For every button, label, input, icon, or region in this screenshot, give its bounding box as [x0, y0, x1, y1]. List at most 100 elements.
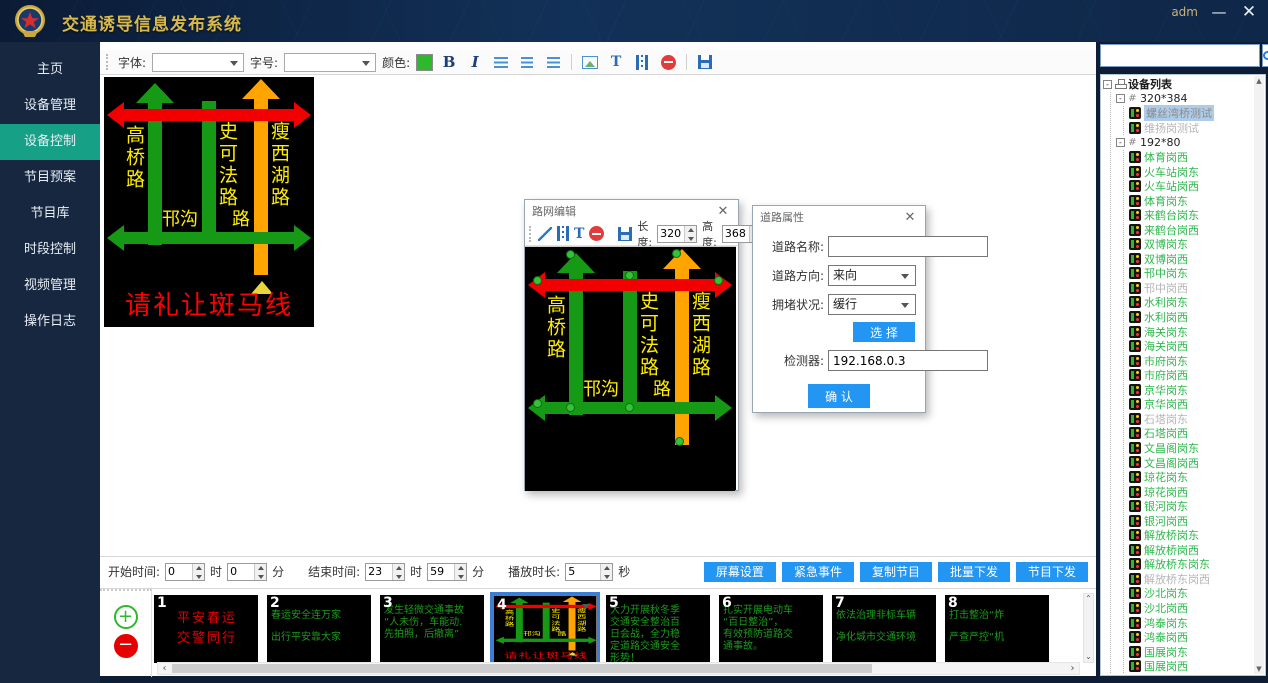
- control-point[interactable]: [625, 403, 634, 412]
- scroll-up-arrow[interactable]: ⌃: [1084, 594, 1093, 604]
- batch-send-button[interactable]: 批量下发: [938, 562, 1010, 582]
- control-point[interactable]: [625, 271, 634, 280]
- font-size-select[interactable]: [284, 53, 376, 72]
- scroll-left-arrow[interactable]: ‹: [158, 663, 171, 674]
- spinner-arrows[interactable]: [392, 564, 404, 580]
- program-thumbnail-6[interactable]: 6扎实开展电动车“百日整治”，有效预防道路交通事故。: [719, 595, 823, 663]
- tree-device-item[interactable]: 螺丝湾桥测试: [1129, 106, 1253, 121]
- save-button[interactable]: [618, 224, 632, 244]
- insert-road-button[interactable]: [632, 52, 652, 72]
- insert-text-button[interactable]: T: [606, 52, 626, 72]
- scroll-down-arrow[interactable]: ⌄: [1084, 652, 1093, 662]
- tree-device-item[interactable]: 市府岗东: [1129, 353, 1253, 368]
- sidebar-item-video-management[interactable]: 视频管理: [0, 268, 100, 304]
- length-input[interactable]: [658, 226, 684, 242]
- spinner-arrows[interactable]: [454, 564, 466, 580]
- sidebar-item-device-management[interactable]: 设备管理: [0, 88, 100, 124]
- scroll-up-arrow[interactable]: ▲: [1254, 76, 1264, 86]
- end-minute-spinner[interactable]: [427, 563, 467, 581]
- tree-device-item[interactable]: 邗中岗西: [1129, 281, 1253, 296]
- program-thumbnail-7[interactable]: 7依法治理非标车辆净化城市交通环境: [832, 595, 936, 663]
- scroll-down-arrow[interactable]: ▼: [1254, 664, 1264, 674]
- tree-device-item[interactable]: 沙北岗西: [1129, 601, 1253, 616]
- tree-device-item[interactable]: 解放桥东岗西: [1129, 572, 1253, 587]
- tree-device-item[interactable]: 海关岗东: [1129, 324, 1253, 339]
- close-button[interactable]: ✕: [1238, 2, 1260, 22]
- tree-device-item[interactable]: 解放桥岗东: [1129, 528, 1253, 543]
- control-point[interactable]: [566, 250, 575, 259]
- sidebar-item-program-library[interactable]: 节目库: [0, 196, 100, 232]
- tree-device-item[interactable]: 市府岗西: [1129, 368, 1253, 383]
- tree-device-item[interactable]: 来鹤台岗西: [1129, 222, 1253, 237]
- insert-road-button[interactable]: [557, 224, 569, 244]
- sidebar-item-home[interactable]: 主页: [0, 52, 100, 88]
- color-swatch[interactable]: [416, 54, 433, 71]
- end-hour-input[interactable]: [366, 564, 392, 580]
- delete-item-button[interactable]: [589, 224, 604, 244]
- tree-device-item[interactable]: 沙北岗东: [1129, 586, 1253, 601]
- confirm-button[interactable]: 确 认: [808, 384, 870, 408]
- italic-button[interactable]: I: [465, 52, 485, 72]
- height-input[interactable]: [723, 226, 749, 242]
- search-button[interactable]: [1262, 44, 1268, 67]
- start-hour-spinner[interactable]: [165, 563, 205, 581]
- device-search-input[interactable]: [1100, 44, 1260, 67]
- user-name[interactable]: adm: [1171, 5, 1198, 19]
- tree-device-item[interactable]: 鸿泰岗西: [1129, 630, 1253, 645]
- delete-item-button[interactable]: [658, 52, 678, 72]
- control-point[interactable]: [714, 276, 723, 285]
- congestion-select[interactable]: 缓行: [828, 294, 916, 315]
- tree-device-item[interactable]: 文昌阁岗东: [1129, 441, 1253, 456]
- road-name-input[interactable]: [828, 236, 988, 257]
- tree-device-item[interactable]: 水利岗东: [1129, 295, 1253, 310]
- tree-device-item[interactable]: 双博岗西: [1129, 252, 1253, 267]
- tree-device-item[interactable]: 海关岗西: [1129, 339, 1253, 354]
- tree-device-item[interactable]: 双博岗东: [1129, 237, 1253, 252]
- road-direction-select[interactable]: 来向: [828, 265, 916, 286]
- tree-group-320x384[interactable]: -#320*384: [1116, 92, 1253, 107]
- program-thumbnail-8[interactable]: 8打击整治“炸严查严控“机: [945, 595, 1049, 663]
- insert-image-button[interactable]: [580, 52, 600, 72]
- scroll-right-arrow[interactable]: ›: [1066, 663, 1079, 674]
- select-detector-button[interactable]: 选 择: [853, 322, 915, 342]
- tree-device-item[interactable]: 京华岗西: [1129, 397, 1253, 412]
- sidebar-item-device-control[interactable]: 设备控制: [0, 124, 100, 160]
- save-button[interactable]: [695, 52, 715, 72]
- font-select[interactable]: [152, 53, 244, 72]
- start-minute-spinner[interactable]: [227, 563, 267, 581]
- end-hour-spinner[interactable]: [365, 563, 405, 581]
- tree-device-item[interactable]: 国展岗东: [1129, 644, 1253, 659]
- control-point[interactable]: [566, 403, 575, 412]
- tree-device-item[interactable]: 琼花岗东: [1129, 470, 1253, 485]
- minimize-button[interactable]: —: [1208, 2, 1230, 22]
- control-point[interactable]: [675, 437, 684, 446]
- sidebar-item-period-control[interactable]: 时段控制: [0, 232, 100, 268]
- tree-device-item[interactable]: 石塔岗西: [1129, 426, 1253, 441]
- tree-device-item[interactable]: 体育岗东: [1129, 193, 1253, 208]
- start-minute-input[interactable]: [228, 564, 254, 580]
- tree-device-item[interactable]: 文昌阁岗西: [1129, 455, 1253, 470]
- duration-input[interactable]: [566, 564, 600, 580]
- program-thumbnail-3[interactable]: 3发生轻微交通事故“人未伤，车能动.先拍照，后撤离”: [380, 595, 484, 663]
- align-right-button[interactable]: [543, 52, 563, 72]
- program-thumbnail-2[interactable]: 2春运安全连万家出行平安靠大家: [267, 595, 371, 663]
- control-point[interactable]: [533, 399, 542, 408]
- align-center-button[interactable]: [517, 52, 537, 72]
- sidebar-item-operation-log[interactable]: 操作日志: [0, 304, 100, 340]
- tree-device-item[interactable]: 鸿泰岗东: [1129, 615, 1253, 630]
- copy-program-button[interactable]: 复制节目: [860, 562, 932, 582]
- tree-root-device-list[interactable]: -设备列表: [1103, 77, 1253, 92]
- tree-device-item[interactable]: 石塔岗东: [1129, 412, 1253, 427]
- duration-spinner[interactable]: [565, 563, 613, 581]
- tree-expander-icon[interactable]: -: [1116, 94, 1125, 103]
- spinner-arrows[interactable]: [254, 564, 266, 580]
- tree-device-item[interactable]: 火车站岗西: [1129, 179, 1253, 194]
- tree-device-item[interactable]: 邗中岗东: [1129, 266, 1253, 281]
- insert-text-button[interactable]: T: [574, 224, 584, 244]
- align-left-button[interactable]: [491, 52, 511, 72]
- tree-device-item[interactable]: 京华岗东: [1129, 382, 1253, 397]
- add-program-button[interactable]: +: [114, 605, 138, 629]
- emergency-event-button[interactable]: 紧急事件: [782, 562, 854, 582]
- program-thumbnail-4[interactable]: 4 高桥路 史可法路 瘦西湖路 邗沟 路 请礼让斑马线: [493, 595, 597, 663]
- start-hour-input[interactable]: [166, 564, 192, 580]
